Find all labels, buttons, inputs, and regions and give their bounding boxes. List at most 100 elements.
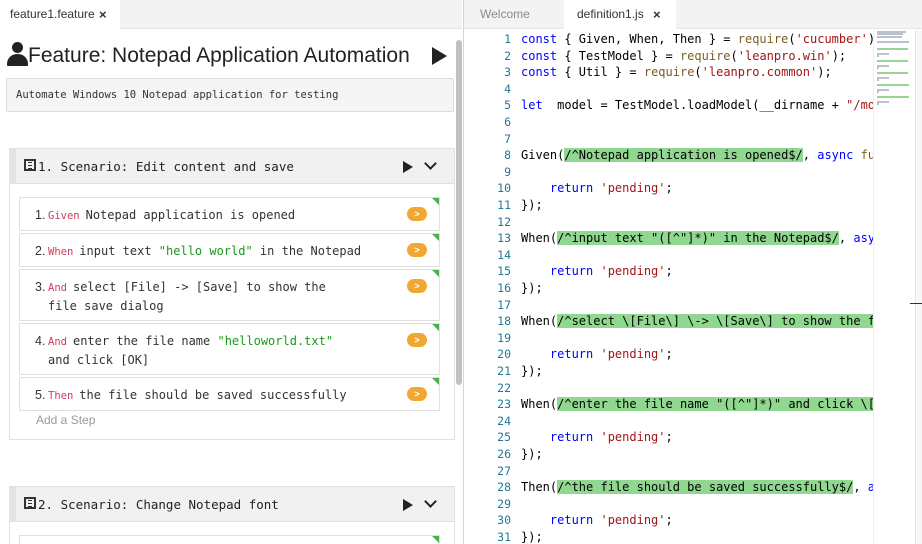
line-number: 3	[504, 65, 511, 80]
line-number: 14	[497, 247, 511, 262]
step-text[interactable]: Given Notepad application is opened	[48, 206, 396, 225]
minimap-line	[877, 35, 903, 38]
step-text-part: select [File] -> [Save] to show the file…	[48, 280, 326, 313]
overview-ruler[interactable]	[915, 30, 922, 544]
code-text: When(/^enter the file name "([^"]*)" and…	[521, 396, 873, 412]
chevron-down-icon[interactable]	[423, 159, 437, 173]
step-item[interactable]	[19, 535, 440, 544]
tab-welcome[interactable]: Welcome	[464, 0, 560, 29]
step-status-badge[interactable]: >	[407, 333, 427, 347]
minimap-line	[877, 100, 889, 103]
step-keyword: And	[48, 282, 67, 294]
code-text: return 'pending';	[549, 347, 673, 362]
line-number: 15	[497, 264, 511, 279]
code-area[interactable]: 1 const { Given, When, Then } = require('…	[463, 30, 873, 544]
scenario-title: 2. Scenario: Change Notepad font	[38, 497, 279, 512]
step-keyword: When	[48, 246, 74, 258]
step-text-part: Notepad application is opened	[85, 208, 296, 222]
scenario-header[interactable]: 1. Scenario: Edit content and save	[10, 149, 454, 184]
code-text: return 'pending';	[549, 264, 673, 279]
scenario-title: 1. Scenario: Edit content and save	[38, 159, 294, 174]
chevron-down-icon[interactable]	[423, 497, 437, 511]
ruler-cursor-mark	[910, 303, 922, 304]
code-text: const { TestModel } = require('leanpro.w…	[521, 48, 847, 63]
step-text[interactable]: When input text "hello world" in the Note…	[48, 242, 396, 261]
minimap-line	[877, 59, 909, 62]
line-number: 10	[497, 181, 511, 196]
step-keyword: Given	[48, 210, 80, 222]
step-item[interactable]: 1. Given Notepad application is opened >	[19, 197, 440, 231]
line-number: 8	[504, 148, 511, 163]
line-number: 23	[497, 397, 511, 412]
line-number: 29	[497, 496, 511, 511]
scenario-icon	[24, 497, 36, 509]
minimap-line	[877, 55, 879, 57]
feature-description[interactable]: Automate Windows 10 Notepad application …	[6, 78, 454, 112]
step-item[interactable]: 5. Then the file should be saved successf…	[19, 377, 440, 411]
step-text[interactable]: And enter the file name "helloworld.txt" …	[48, 332, 358, 369]
minimap[interactable]	[873, 30, 915, 544]
tab-label: definition1.js	[577, 7, 644, 21]
step-number: 3.	[35, 280, 46, 294]
step-text[interactable]: Then the file should be saved successfull…	[48, 386, 396, 405]
step-status-badge[interactable]: >	[407, 207, 427, 221]
step-text-part: input text	[79, 244, 159, 258]
feature-scrollbar[interactable]	[456, 40, 462, 385]
code-text: Given(/^Notepad application is opened$/,…	[521, 148, 873, 163]
step-keyword: And	[48, 336, 67, 348]
step-number: 4.	[35, 334, 46, 348]
step-text-part: in the Notepad	[252, 244, 362, 258]
line-number: 17	[497, 297, 511, 312]
minimap-line	[877, 71, 909, 74]
step-string-arg: "hello world"	[158, 244, 253, 258]
step-item[interactable]: 4. And enter the file name "helloworld.tx…	[19, 323, 440, 375]
close-icon[interactable]: ×	[99, 0, 107, 29]
step-status-badge[interactable]: >	[407, 387, 427, 401]
step-item[interactable]: 2. When input text "hello world" in the N…	[19, 233, 440, 267]
step-text-part: the file should be saved successfully	[79, 388, 347, 402]
line-number: 7	[504, 131, 511, 146]
close-icon[interactable]: ×	[653, 0, 661, 29]
code-text: let model = TestModel.loadModel(__dirnam…	[521, 98, 873, 113]
minimap-line	[877, 83, 909, 86]
run-scenario-icon[interactable]	[403, 499, 413, 511]
line-number: 24	[497, 413, 511, 428]
minimap-line	[877, 40, 909, 43]
step-number: 2.	[35, 244, 46, 258]
add-step-link[interactable]: Add a Step	[36, 413, 95, 427]
minimap-line	[877, 47, 909, 50]
code-text: When(/^input text "([^"]*)" in the Notep…	[521, 231, 873, 246]
step-string-arg: "helloworld.txt"	[217, 334, 334, 348]
scenario-icon	[24, 159, 36, 171]
scenario-card: 2. Scenario: Change Notepad font	[9, 486, 455, 544]
code-text: const { Given, When, Then } = require('c…	[521, 32, 873, 46]
minimap-line	[877, 103, 879, 105]
line-number: 20	[497, 347, 511, 362]
line-number: 9	[504, 164, 511, 179]
code-text: });	[521, 281, 543, 295]
run-feature-icon[interactable]	[432, 47, 447, 65]
left-tab-bar: feature1.feature ×	[0, 0, 462, 30]
line-number: 1	[504, 32, 511, 46]
right-tab-bar: Welcome definition1.js ×	[464, 0, 922, 30]
line-number: 25	[497, 430, 511, 445]
minimap-line	[877, 91, 879, 93]
step-status-badge[interactable]: >	[407, 279, 427, 293]
line-number: 30	[497, 513, 511, 528]
code-text: When(/^select \[File\] \-> \[Save\] to s…	[521, 313, 873, 329]
step-text[interactable]: And select [File] -> [Save] to show the f…	[48, 278, 358, 315]
feature-header: Feature: Notepad Application Automation	[6, 38, 450, 78]
line-number: 31	[497, 530, 511, 544]
line-number: 21	[497, 364, 511, 378]
line-number: 19	[497, 330, 511, 345]
scenario-header[interactable]: 2. Scenario: Change Notepad font	[10, 487, 454, 522]
line-number: 22	[497, 380, 511, 395]
person-icon	[6, 42, 28, 68]
line-number: 11	[497, 198, 511, 212]
step-item[interactable]: 3. And select [File] -> [Save] to show th…	[19, 269, 440, 321]
minimap-line	[877, 52, 889, 55]
code-text: return 'pending';	[549, 181, 673, 196]
step-status-badge[interactable]: >	[407, 243, 427, 257]
run-scenario-icon[interactable]	[403, 161, 413, 173]
line-number: 13	[497, 231, 511, 246]
